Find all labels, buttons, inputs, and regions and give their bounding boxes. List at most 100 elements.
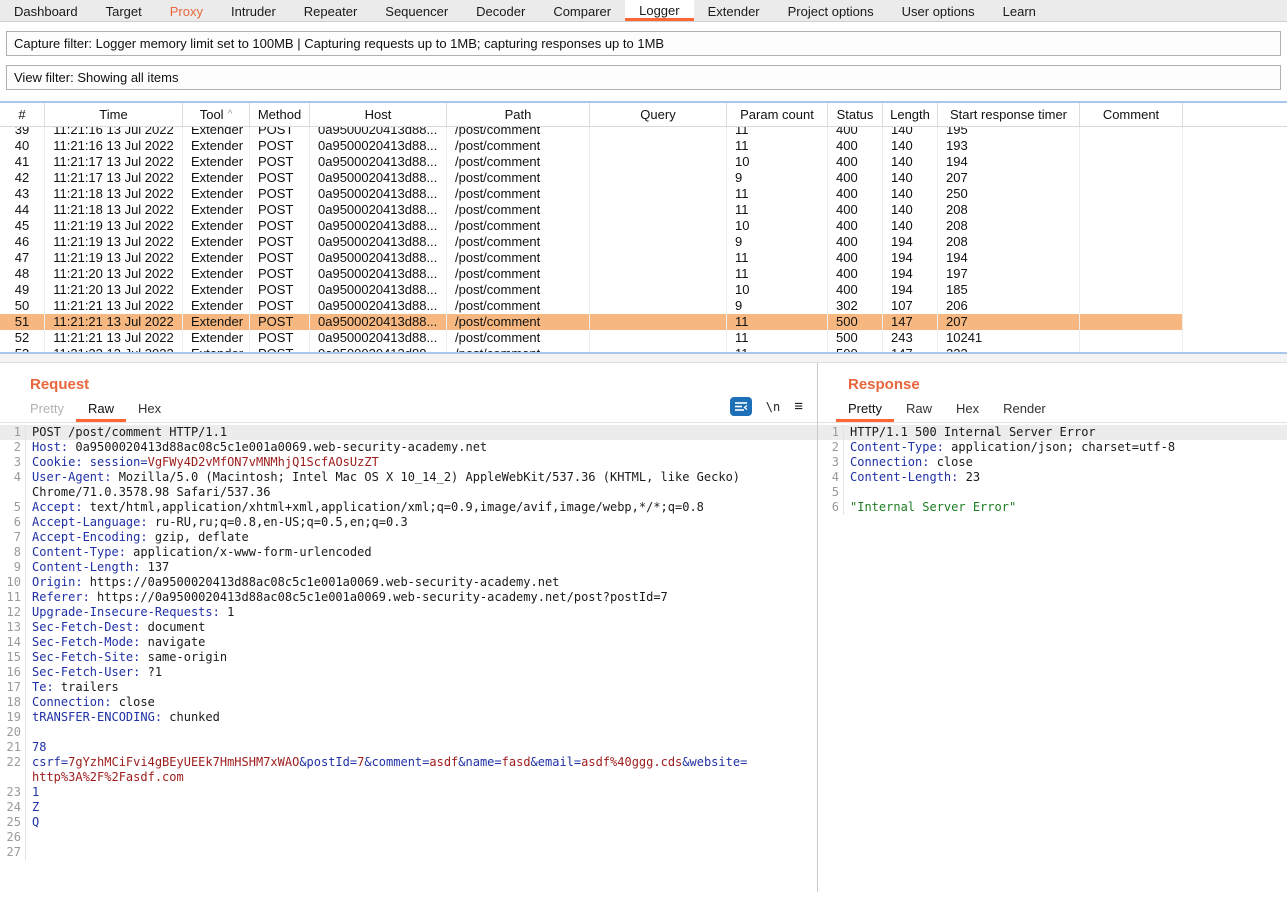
tab-repeater[interactable]: Repeater xyxy=(290,0,371,21)
column-header-path[interactable]: Path xyxy=(447,103,590,126)
cell-tool: Extender xyxy=(183,138,250,154)
cell--: 42 xyxy=(0,170,45,186)
editor-tab-pretty[interactable]: Pretty xyxy=(836,397,894,422)
editor-tab-pretty[interactable]: Pretty xyxy=(18,397,76,422)
tab-sequencer[interactable]: Sequencer xyxy=(371,0,462,21)
table-row[interactable]: 3911:21:16 13 Jul 2022ExtenderPOST0a9500… xyxy=(0,127,1183,138)
table-row[interactable]: 4111:21:17 13 Jul 2022ExtenderPOST0a9500… xyxy=(0,154,1183,170)
column-header--[interactable]: # xyxy=(0,103,45,126)
cell-host: 0a9500020413d88... xyxy=(310,298,447,314)
tab-logger[interactable]: Logger xyxy=(625,0,693,21)
editor-menu-icon[interactable]: ≡ xyxy=(794,398,803,415)
cell-method: POST xyxy=(250,314,310,330)
line-number: 1 xyxy=(818,425,844,440)
editor-tab-raw[interactable]: Raw xyxy=(894,397,944,422)
tab-comparer[interactable]: Comparer xyxy=(539,0,625,21)
column-header-param-count[interactable]: Param count xyxy=(727,103,828,126)
syntax-segment: Accept-Encoding: xyxy=(32,530,148,545)
syntax-segment: session= xyxy=(83,455,148,470)
editor-tab-hex[interactable]: Hex xyxy=(944,397,991,422)
cell--: 53 xyxy=(0,346,45,352)
syntax-highlight-icon[interactable] xyxy=(730,397,752,416)
tab-proxy[interactable]: Proxy xyxy=(156,0,217,21)
editor-line: 12Upgrade-Insecure-Requests: 1 xyxy=(0,605,817,620)
editor-line: 8Content-Type: application/x-www-form-ur… xyxy=(0,545,817,560)
request-tab-bar: PrettyRawHex \n ≡ xyxy=(0,393,817,423)
table-row[interactable]: 4211:21:17 13 Jul 2022ExtenderPOST0a9500… xyxy=(0,170,1183,186)
tab-learn[interactable]: Learn xyxy=(989,0,1050,21)
column-header-tool[interactable]: Tool^ xyxy=(183,103,250,126)
table-row[interactable]: 4611:21:19 13 Jul 2022ExtenderPOST0a9500… xyxy=(0,234,1183,250)
capture-filter-bar[interactable]: Capture filter: Logger memory limit set … xyxy=(6,31,1281,56)
table-row[interactable]: 4911:21:20 13 Jul 2022ExtenderPOST0a9500… xyxy=(0,282,1183,298)
cell-status: 500 xyxy=(828,346,883,352)
table-row[interactable]: 5111:21:21 13 Jul 2022ExtenderPOST0a9500… xyxy=(0,314,1183,330)
column-header-method[interactable]: Method xyxy=(250,103,310,126)
table-row[interactable]: 5011:21:21 13 Jul 2022ExtenderPOST0a9500… xyxy=(0,298,1183,314)
table-row[interactable]: 5311:21:22 13 Jul 2022ExtenderPOST0a9500… xyxy=(0,346,1183,352)
syntax-segment: Te: xyxy=(32,680,54,695)
horizontal-splitter[interactable] xyxy=(0,354,1287,363)
tab-intruder[interactable]: Intruder xyxy=(217,0,290,21)
cell-param-count: 11 xyxy=(727,127,828,138)
cell-status: 400 xyxy=(828,186,883,202)
cell-param-count: 11 xyxy=(727,186,828,202)
syntax-segment: Origin: xyxy=(32,575,83,590)
cell-comment xyxy=(1080,127,1183,138)
cell--: 46 xyxy=(0,234,45,250)
cell-method: POST xyxy=(250,250,310,266)
editor-line: 18Connection: close xyxy=(0,695,817,710)
line-number: 1 xyxy=(0,425,26,440)
request-editor[interactable]: 1POST /post/comment HTTP/1.12Host: 0a950… xyxy=(0,425,817,860)
column-header-query[interactable]: Query xyxy=(590,103,727,126)
column-header-comment[interactable]: Comment xyxy=(1080,103,1183,126)
editor-tab-hex[interactable]: Hex xyxy=(126,397,173,422)
cell-comment xyxy=(1080,186,1183,202)
line-number: 23 xyxy=(0,785,26,800)
view-filter-bar[interactable]: View filter: Showing all items xyxy=(6,65,1281,90)
cell-length: 147 xyxy=(883,346,938,352)
table-row[interactable]: 4011:21:16 13 Jul 2022ExtenderPOST0a9500… xyxy=(0,138,1183,154)
line-number: 4 xyxy=(818,470,844,485)
tab-project-options[interactable]: Project options xyxy=(774,0,888,21)
column-header-time[interactable]: Time xyxy=(45,103,183,126)
cell-tool: Extender xyxy=(183,250,250,266)
syntax-segment: https://0a9500020413d88ac08c5c1e001a0069… xyxy=(90,590,668,605)
column-header-length[interactable]: Length xyxy=(883,103,938,126)
cell-comment xyxy=(1080,298,1183,314)
table-row[interactable]: 4311:21:18 13 Jul 2022ExtenderPOST0a9500… xyxy=(0,186,1183,202)
line-number xyxy=(0,770,26,785)
editor-tab-render[interactable]: Render xyxy=(991,397,1058,422)
editor-line: 10Origin: https://0a9500020413d88ac08c5c… xyxy=(0,575,817,590)
tab-extender[interactable]: Extender xyxy=(694,0,774,21)
column-header-status[interactable]: Status xyxy=(828,103,883,126)
table-row[interactable]: 4411:21:18 13 Jul 2022ExtenderPOST0a9500… xyxy=(0,202,1183,218)
tab-dashboard[interactable]: Dashboard xyxy=(0,0,92,21)
table-row[interactable]: 4711:21:19 13 Jul 2022ExtenderPOST0a9500… xyxy=(0,250,1183,266)
line-number: 14 xyxy=(0,635,26,650)
cell-tool: Extender xyxy=(183,346,250,352)
table-row[interactable]: 4511:21:19 13 Jul 2022ExtenderPOST0a9500… xyxy=(0,218,1183,234)
cell-start-response-timer: 194 xyxy=(938,250,1080,266)
response-editor[interactable]: 1HTTP/1.1 500 Internal Server Error2Cont… xyxy=(818,425,1287,515)
editor-tab-raw[interactable]: Raw xyxy=(76,397,126,422)
tab-decoder[interactable]: Decoder xyxy=(462,0,539,21)
cell-path: /post/comment xyxy=(447,298,590,314)
syntax-segment: close xyxy=(111,695,154,710)
editor-line: 17Te: trailers xyxy=(0,680,817,695)
cell-method: POST xyxy=(250,266,310,282)
table-row[interactable]: 5211:21:21 13 Jul 2022ExtenderPOST0a9500… xyxy=(0,330,1183,346)
line-number: 12 xyxy=(0,605,26,620)
table-row[interactable]: 4811:21:20 13 Jul 2022ExtenderPOST0a9500… xyxy=(0,266,1183,282)
sort-ascending-icon: ^ xyxy=(228,109,233,120)
cell-param-count: 9 xyxy=(727,234,828,250)
cell-method: POST xyxy=(250,346,310,352)
column-header-host[interactable]: Host xyxy=(310,103,447,126)
show-newlines-icon[interactable]: \n xyxy=(766,400,780,414)
editor-line: 4User-Agent: Mozilla/5.0 (Macintosh; Int… xyxy=(0,470,817,485)
cell--: 41 xyxy=(0,154,45,170)
tab-user-options[interactable]: User options xyxy=(888,0,989,21)
cell-query xyxy=(590,314,727,330)
column-header-start-response-timer[interactable]: Start response timer xyxy=(938,103,1080,126)
tab-target[interactable]: Target xyxy=(92,0,156,21)
